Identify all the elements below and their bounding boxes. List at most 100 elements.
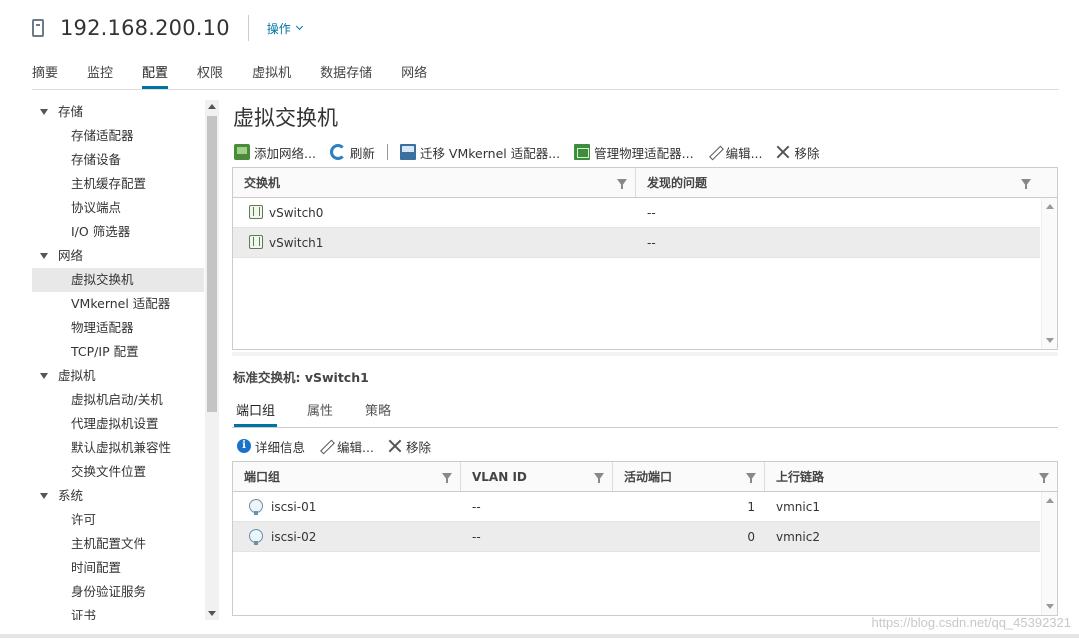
detail-tabs-divider: [232, 427, 1058, 428]
tab-port-groups[interactable]: 端口组: [233, 400, 278, 427]
tab-properties[interactable]: 属性: [307, 400, 333, 427]
filter-icon[interactable]: [746, 473, 756, 483]
close-icon: [776, 145, 790, 159]
edit-portgroup-button[interactable]: 编辑...: [319, 437, 374, 456]
manage-phys-label: 管理物理适配器...: [594, 145, 694, 161]
tree-item-physical-adapters[interactable]: 物理适配器: [32, 316, 204, 340]
tree-item-certificate[interactable]: 证书: [32, 604, 204, 620]
refresh-button[interactable]: 刷新: [329, 143, 375, 162]
tree-item-swapfile[interactable]: 交换文件位置: [32, 460, 204, 484]
vswitch-icon: [249, 235, 263, 249]
scroll-down-icon[interactable]: [1046, 338, 1054, 343]
scroll-up-icon[interactable]: [208, 104, 216, 109]
vswitch-icon: [249, 205, 263, 219]
remove-label: 移除: [794, 145, 820, 161]
uplink-cell: vmnic1: [776, 500, 820, 514]
issue-cell: --: [647, 236, 656, 250]
scroll-up-icon[interactable]: [1046, 204, 1054, 209]
filter-icon[interactable]: [442, 473, 452, 483]
col-header-issues[interactable]: 发现的问题: [636, 168, 1039, 197]
tree-group-label: 网络: [58, 248, 84, 263]
tab-monitor[interactable]: 监控: [87, 60, 113, 89]
tree-item-vmkernel-adapters[interactable]: VMkernel 适配器: [32, 292, 204, 316]
actions-menu-button[interactable]: 操作: [267, 20, 303, 37]
remove-switch-button[interactable]: 移除: [776, 143, 819, 162]
col-header-vlan[interactable]: VLAN ID: [461, 462, 613, 491]
tree-item-storage-adapters[interactable]: 存储适配器: [32, 124, 204, 148]
add-network-button[interactable]: 添加网络...: [234, 143, 316, 162]
tree-item-io-filters[interactable]: I/O 筛选器: [32, 220, 204, 244]
tree-item-protocol-endpoints[interactable]: 协议端点: [32, 196, 204, 220]
config-tree: 存储 存储适配器 存储设备 主机缓存配置 协议端点 I/O 筛选器 网络 虚拟交…: [32, 100, 204, 620]
tree-item-virtual-switches[interactable]: 虚拟交换机: [32, 268, 204, 292]
caret-down-icon: [40, 108, 48, 115]
tab-configure[interactable]: 配置: [142, 60, 169, 89]
bottom-bar: [0, 634, 1079, 638]
filter-icon[interactable]: [1039, 473, 1049, 483]
portgroup-icon: [249, 528, 263, 545]
tree-group-storage[interactable]: 存储: [32, 100, 204, 124]
tab-vms[interactable]: 虚拟机: [252, 60, 291, 89]
migrate-vmkernel-button[interactable]: 迁移 VMkernel 适配器...: [399, 143, 560, 162]
vlan-cell: --: [472, 530, 481, 544]
tree-item-licensing[interactable]: 许可: [32, 508, 204, 532]
tree-item-agent-vm[interactable]: 代理虚拟机设置: [32, 412, 204, 436]
close-icon: [388, 439, 402, 453]
col-header-label: 交换机: [244, 176, 281, 190]
filter-icon[interactable]: [617, 179, 627, 189]
scroll-down-icon[interactable]: [208, 611, 216, 616]
table-row[interactable]: iscsi-01 -- 1 vmnic1: [233, 492, 1040, 522]
col-header-switch[interactable]: 交换机: [233, 168, 636, 197]
switch-name-cell: vSwitch1: [233, 228, 636, 257]
edit-label: 编辑...: [337, 439, 374, 455]
tab-policies[interactable]: 策略: [365, 400, 391, 427]
watermark: https://blog.csdn.net/qq_45392321: [871, 615, 1072, 630]
details-button[interactable]: i 详细信息: [237, 437, 305, 456]
col-header-active-ports[interactable]: 活动端口: [613, 462, 765, 491]
tree-item-host-profile[interactable]: 主机配置文件: [32, 532, 204, 556]
manage-physical-adapters-button[interactable]: 管理物理适配器...: [574, 143, 694, 162]
tree-item-vm-startup[interactable]: 虚拟机启动/关机: [32, 388, 204, 412]
switch-toolbar: 添加网络... 刷新 迁移 VMkernel 适配器... 管理物理适配器...…: [234, 141, 834, 163]
tree-item-auth-services[interactable]: 身份验证服务: [32, 580, 204, 604]
header: 192.168.200.10 操作: [32, 12, 303, 44]
edit-label: 编辑...: [725, 145, 763, 161]
tree-item-tcpip-config[interactable]: TCP/IP 配置: [32, 340, 204, 364]
table-row[interactable]: iscsi-02 -- 0 vmnic2: [233, 522, 1040, 552]
portgroup-grid: 端口组 VLAN ID 活动端口 上行链路 iscsi-01 -- 1 vmni…: [232, 461, 1058, 616]
col-header-portgroup[interactable]: 端口组: [233, 462, 461, 491]
tab-permissions[interactable]: 权限: [197, 60, 223, 89]
tree-group-network[interactable]: 网络: [32, 244, 204, 268]
filter-icon[interactable]: [1021, 179, 1031, 189]
col-header-label: 活动端口: [624, 470, 673, 484]
col-header-uplinks[interactable]: 上行链路: [765, 462, 1057, 491]
scroll-down-icon[interactable]: [1046, 604, 1054, 609]
scroll-thumb[interactable]: [207, 116, 217, 412]
pane-splitter[interactable]: [232, 352, 1058, 356]
tree-group-system[interactable]: 系统: [32, 484, 204, 508]
pencil-icon: [708, 145, 722, 159]
tree-item-default-compat[interactable]: 默认虚拟机兼容性: [32, 436, 204, 460]
filter-icon[interactable]: [594, 473, 604, 483]
migrate-icon: [399, 144, 416, 160]
portgroup-name: iscsi-01: [271, 500, 317, 514]
add-network-label: 添加网络...: [254, 145, 316, 161]
tab-summary[interactable]: 摘要: [32, 60, 58, 89]
table-row[interactable]: vSwitch1 --: [233, 228, 1040, 258]
switch-grid-scrollbar[interactable]: [1041, 198, 1057, 349]
tree-item-host-cache[interactable]: 主机缓存配置: [32, 172, 204, 196]
edit-switch-button[interactable]: 编辑...: [708, 143, 763, 162]
tree-scrollbar[interactable]: [205, 100, 219, 620]
portgroup-grid-scrollbar[interactable]: [1041, 492, 1057, 615]
scroll-up-icon[interactable]: [1046, 498, 1054, 503]
tree-item-time-config[interactable]: 时间配置: [32, 556, 204, 580]
tab-datastores[interactable]: 数据存储: [320, 60, 372, 89]
tree-item-storage-devices[interactable]: 存储设备: [32, 148, 204, 172]
tab-networks[interactable]: 网络: [401, 60, 427, 89]
info-icon: i: [237, 439, 251, 453]
host-icon: [32, 19, 44, 37]
table-row[interactable]: vSwitch0 --: [233, 198, 1040, 228]
tree-group-vm[interactable]: 虚拟机: [32, 364, 204, 388]
switch-grid: 交换机 发现的问题 vSwitch0 -- vSwitch1 --: [232, 167, 1058, 350]
remove-portgroup-button[interactable]: 移除: [388, 437, 431, 456]
